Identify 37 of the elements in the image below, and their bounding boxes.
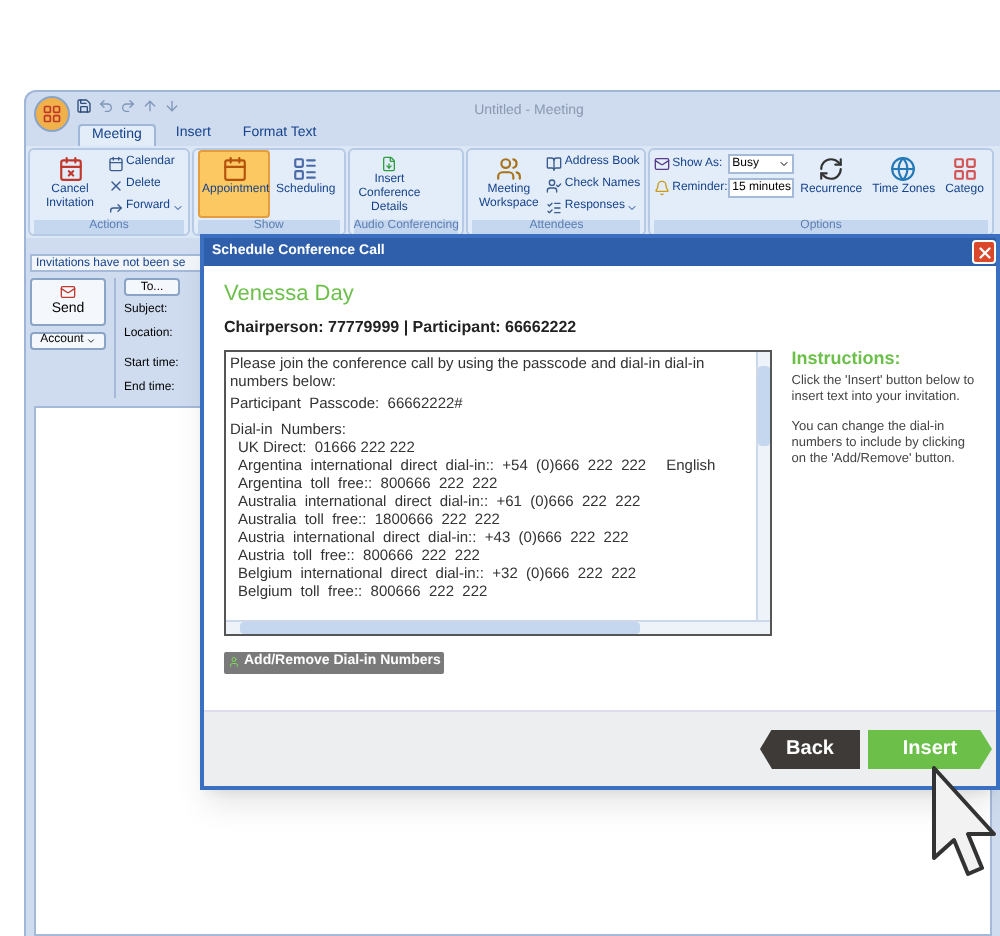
save-icon[interactable] <box>76 98 92 114</box>
arrow-up-icon[interactable] <box>142 98 158 114</box>
person-icon <box>228 656 240 668</box>
undo-icon[interactable] <box>98 98 114 114</box>
envelope-icon <box>654 156 671 172</box>
envelope-icon <box>60 283 76 300</box>
people-icon <box>495 156 522 182</box>
instructions-title: Instructions: <box>791 349 903 365</box>
bell-icon <box>654 180 671 196</box>
category-grid-icon <box>951 156 978 182</box>
close-button[interactable] <box>972 240 996 264</box>
redo-icon[interactable] <box>120 98 136 114</box>
recurrence-icon <box>818 156 845 182</box>
back-button[interactable]: Back <box>760 729 860 769</box>
horizontal-scrollbar[interactable] <box>226 619 770 633</box>
caret-icon <box>626 201 639 213</box>
responses-icon <box>546 199 563 215</box>
calendar-x-icon <box>57 156 83 182</box>
close-icon <box>975 243 993 261</box>
office-logo-icon <box>42 104 62 124</box>
calendar-icon <box>108 155 124 171</box>
message-text-area[interactable] <box>224 349 772 635</box>
book-icon <box>546 155 563 171</box>
arrow-down-icon[interactable] <box>164 98 180 114</box>
forward-icon <box>108 199 124 215</box>
calendar-icon <box>221 156 248 182</box>
office-button[interactable] <box>34 96 70 132</box>
conference-codes: Chairperson: 77779999 | Participant: 66662222 <box>224 315 579 339</box>
caret-icon <box>778 158 791 170</box>
globe-icon <box>890 156 917 182</box>
delete-icon <box>108 177 124 193</box>
check-names-icon <box>546 177 563 193</box>
caret-icon <box>172 201 185 213</box>
vertical-scrollbar[interactable] <box>755 351 770 619</box>
caret-icon <box>85 336 96 346</box>
chairperson-name: Venessa Day <box>224 280 356 310</box>
schedule-grid-icon <box>292 156 319 182</box>
